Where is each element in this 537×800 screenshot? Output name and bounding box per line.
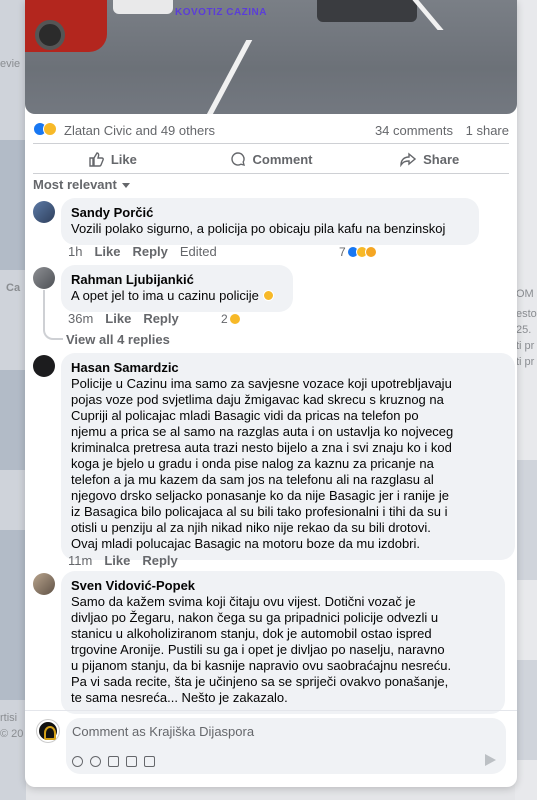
comment-text: Samo da kažem svima koji čitaju ovu vije… <box>71 594 452 705</box>
thread-connector <box>43 290 63 340</box>
camera-icon[interactable] <box>108 756 119 767</box>
reaction-count: 2 <box>221 312 228 326</box>
comment-bubble: Sven Vidović-Popek Samo da kažem svima k… <box>61 571 505 714</box>
background-left-column <box>0 0 26 800</box>
comment-bubble: Rahman Ljubijankić A opet jel to ima u c… <box>61 265 293 312</box>
share-button[interactable]: Share <box>350 146 509 172</box>
comment-meta: 1h Like Reply Edited <box>68 244 217 259</box>
reaction-icons[interactable] <box>33 122 57 136</box>
sticker-icon[interactable] <box>144 756 155 767</box>
road-marking <box>412 0 444 30</box>
share-arrow-icon <box>400 152 417 167</box>
dark-car-shape <box>317 0 417 22</box>
background-text: Ca <box>6 282 21 294</box>
comment-composer[interactable]: Comment as Krajiška Dijaspora <box>66 718 506 774</box>
comments-count[interactable]: 34 comments <box>375 123 453 138</box>
comment-time[interactable]: 1h <box>68 244 82 259</box>
sort-label: Most relevant <box>33 177 117 192</box>
post-actions: Like Comment Share <box>33 146 509 172</box>
avatar[interactable] <box>33 573 55 595</box>
comment-author[interactable]: Sven Vidović-Popek <box>71 578 495 594</box>
comment-reply-button[interactable]: Reply <box>143 311 178 326</box>
comment-author[interactable]: Hasan Samardzic <box>71 360 505 376</box>
like-button[interactable]: Like <box>33 146 192 172</box>
comment-like-button[interactable]: Like <box>105 311 131 326</box>
shares-count[interactable]: 1 share <box>466 123 509 138</box>
comment-reply-button[interactable]: Reply <box>132 244 167 259</box>
avatar[interactable] <box>33 267 55 289</box>
laughing-emoji-icon <box>262 290 274 301</box>
comment-bubble-icon <box>230 152 245 166</box>
background-text: OM <box>516 288 534 300</box>
comment-bubble: Sandy Porčić Vozili polako sigurno, a po… <box>61 198 479 245</box>
comment-bubble: Hasan Samardzic Policije u Cazinu ima sa… <box>61 353 515 560</box>
emoji-icon[interactable] <box>90 756 101 767</box>
avatar-sticker-icon[interactable] <box>72 756 83 767</box>
post-modal: KOVOTIZ CAZINA Zlatan Civic and 49 other… <box>25 0 517 787</box>
background-text: ti pr <box>516 356 535 368</box>
background-text: esto <box>516 308 537 320</box>
comment-author[interactable]: Sandy Porčić <box>71 205 469 221</box>
gif-icon[interactable] <box>126 756 137 767</box>
comment-meta: 36m Like Reply <box>68 311 179 326</box>
wheel-shape <box>35 20 65 50</box>
avatar[interactable] <box>33 355 55 377</box>
comment-input[interactable]: Comment as Krajiška Dijaspora <box>72 724 254 739</box>
view-replies-link[interactable]: View all 4 replies <box>66 332 170 347</box>
edited-label[interactable]: Edited <box>180 244 217 259</box>
comment-text: Vozili polako sigurno, a policija po obi… <box>71 221 446 236</box>
divider <box>25 710 517 711</box>
share-button-label: Share <box>423 151 460 167</box>
comment-text: Policije u Cazinu ima samo za savjesne v… <box>71 376 454 551</box>
like-button-label: Like <box>110 151 137 167</box>
comment-time[interactable]: 11m <box>68 553 92 568</box>
comment-text-body: A opet jel to ima u cazinu policije <box>71 288 259 303</box>
wow-reaction-icon <box>364 246 377 258</box>
current-user-avatar[interactable] <box>37 720 59 742</box>
reaction-count: 7 <box>339 245 346 259</box>
comment-like-button[interactable]: Like <box>104 553 130 568</box>
comment-meta: 11m Like Reply <box>68 553 178 568</box>
caret-down-icon <box>121 182 130 188</box>
send-icon[interactable] <box>485 754 496 766</box>
comment-reactions[interactable]: 7 <box>339 245 377 259</box>
comment-button[interactable]: Comment <box>192 146 351 172</box>
road-marking <box>203 40 253 114</box>
post-photo[interactable]: KOVOTIZ CAZINA <box>25 0 517 114</box>
comment-button-label: Comment <box>252 151 313 167</box>
background-text: © 20 <box>0 728 24 740</box>
thumbs-up-icon <box>89 152 104 167</box>
white-car-shape <box>113 0 173 14</box>
avatar[interactable] <box>33 201 55 223</box>
composer-tools <box>72 756 155 767</box>
photo-watermark: KOVOTIZ CAZINA <box>175 7 267 18</box>
background-text: rtisi <box>0 712 18 724</box>
comment-like-button[interactable]: Like <box>94 244 120 259</box>
post-stats: Zlatan Civic and 49 others 34 comments 1… <box>33 122 509 138</box>
divider <box>33 173 509 174</box>
background-text: evie <box>0 58 21 70</box>
background-right-column <box>515 0 537 800</box>
reactions-summary[interactable]: Zlatan Civic and 49 others <box>64 123 215 138</box>
comment-sort-dropdown[interactable]: Most relevant <box>33 177 130 192</box>
comment-text: A opet jel to ima u cazinu policije <box>71 288 283 304</box>
comment-time[interactable]: 36m <box>68 311 93 326</box>
haha-reaction-icon <box>228 313 241 325</box>
comment-author[interactable]: Rahman Ljubijankić <box>71 272 283 288</box>
divider <box>33 143 509 144</box>
comment-reactions[interactable]: 2 <box>221 312 241 326</box>
comment-reply-button[interactable]: Reply <box>142 553 177 568</box>
sad-reaction-icon <box>43 122 57 136</box>
background-text: 25. <box>516 324 532 336</box>
background-text: ti pr <box>516 340 535 352</box>
